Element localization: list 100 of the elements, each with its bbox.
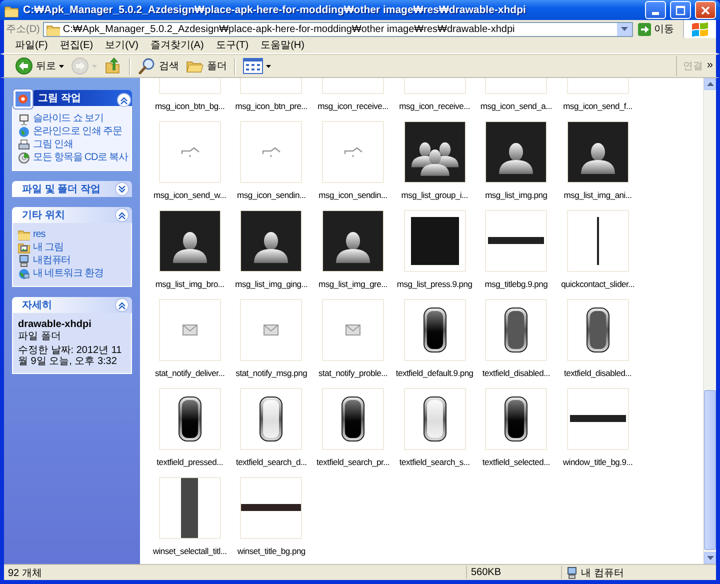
person-silhouette-icon [322,211,383,271]
go-button[interactable]: 이동 [636,22,680,36]
search-button[interactable]: 검색 [135,56,182,76]
file-thumbnail[interactable] [322,388,384,450]
file-thumbnail[interactable] [240,299,302,361]
modified-date: 수정한 날짜: 2012년 11월 9일 오늘, 오후 3:32 [18,345,123,367]
expand-icon[interactable] [115,182,129,196]
file-thumbnail[interactable] [158,299,221,361]
text-field-icon [504,308,528,352]
views-button[interactable] [240,56,274,76]
file-thumbnail[interactable] [566,299,629,361]
file-thumbnail[interactable] [404,210,466,272]
task-link[interactable]: 슬라이드 쇼 보기 [18,113,129,125]
globe-icon [18,126,30,138]
folder-type: 파일 폴더 [18,331,62,342]
arrow-glyph-icon [344,147,363,158]
search-icon [138,57,156,75]
file-name: textfield_pressed... [156,457,223,467]
file-name: msg_list_img_ging... [235,279,308,289]
file-thumbnail[interactable] [566,388,629,450]
vertical-bar-icon [180,478,198,538]
file-thumbnail[interactable] [566,210,629,272]
file-name: msg_icon_btn_bg... [154,101,225,111]
file-thumbnail[interactable] [566,121,629,183]
close-icon [700,4,711,16]
file-thumbnail[interactable] [485,121,548,183]
panel-header[interactable]: 파일 및 폴더 작업 [12,181,132,197]
dropdown-button[interactable] [617,22,632,36]
envelope-icon [264,324,279,336]
task-link[interactable]: 그림 인쇄 [18,139,129,151]
cd-icon [18,152,30,164]
menu-item[interactable]: 도움말(H) [256,39,310,52]
file-thumbnail[interactable] [240,210,302,272]
menu-item[interactable]: 파일(F) [10,39,53,52]
file-thumbnail[interactable] [240,388,302,450]
collapse-icon[interactable] [115,298,129,312]
file-thumbnail[interactable] [158,210,221,272]
file-thumbnail[interactable] [404,121,466,183]
folders-button[interactable]: 폴더 [183,56,230,76]
file-name: textfield_disabled... [564,368,632,378]
menu-item[interactable]: 편집(E) [54,39,98,52]
computer-icon [566,566,578,578]
menu-item[interactable]: 즐겨찾기(A) [145,39,209,52]
views-icon [243,58,263,74]
maximize-icon [675,4,686,16]
task-link[interactable]: 모든 항목을 CD로 복사 [18,152,129,164]
file-name: msg_list_img_bro... [155,279,224,289]
task-link[interactable]: 내 그림 [18,242,129,254]
file-thumbnail[interactable] [240,477,302,539]
close-button[interactable] [695,1,716,19]
network-icon [18,268,30,280]
task-link[interactable]: 내 네트워크 환경 [18,268,129,280]
task-link[interactable]: res [18,229,129,241]
person-silhouette-icon [160,211,220,271]
caret-icon [621,27,628,31]
folder-name: drawable-xhdpi [18,319,92,330]
file-thumbnail[interactable] [322,299,384,361]
back-button[interactable]: 뒤로 [12,56,67,76]
address-field[interactable]: C:₩Apk_Manager_5.0.2_Azdesign₩place-apk-here-for-modding₩other image₩res₩drawable-xhdpi [42,22,633,36]
maximize-button[interactable] [670,1,691,19]
panel-header[interactable]: 자세히 [12,297,132,313]
folder-up-icon [104,57,122,75]
file-thumbnail[interactable] [485,210,548,272]
file-thumbnail[interactable] [485,388,548,450]
zone-label: 내 컴퓨터 [581,566,624,580]
file-name: msg_icon_btn_pre... [235,101,308,111]
file-thumbnail[interactable] [404,299,466,361]
task-link[interactable]: 내컴퓨터 [18,255,129,267]
object-count: 92 개체 [7,566,43,580]
window-title: C:₩Apk_Manager_5.0.2_Azdesign₩place-apk-here-for-modding₩other image₩res₩drawable-xhdpi [23,4,527,16]
menu-item[interactable]: 보기(V) [100,39,144,52]
file-name: msg_icon_receive... [318,101,388,111]
file-thumbnail[interactable] [322,210,384,272]
panel-header[interactable]: 그림 작업 [32,90,132,106]
flag-icon [691,21,709,37]
file-name: msg_icon_send_w... [154,190,226,200]
file-name: stat_notify_deliver... [154,368,225,378]
arrow-icon [638,22,651,36]
file-name: winset_selectall_titl... [152,546,227,556]
task-link[interactable]: 온라인으로 인쇄 주문 [18,126,129,138]
file-thumbnail[interactable] [158,121,221,183]
person-silhouette-icon [241,211,302,271]
file-thumbnail[interactable] [322,121,384,183]
printer-icon [18,139,30,151]
file-name: msg_list_img.png [485,190,548,200]
file-name: textfield_selected... [482,457,550,467]
panel-header[interactable]: 기타 위치 [12,207,132,223]
menu-item[interactable]: 도구(T) [210,39,254,52]
file-thumbnail[interactable] [485,299,548,361]
file-thumbnail[interactable] [404,388,466,450]
file-name: textfield_search_pr... [316,457,390,467]
file-thumbnail[interactable] [240,121,302,183]
collapse-icon[interactable] [115,208,129,222]
scrollbar[interactable] [703,78,716,564]
overflow-button[interactable]: » [704,55,716,75]
collapse-icon[interactable] [117,93,131,107]
text-field-icon [260,396,283,442]
file-thumbnail[interactable] [158,388,221,450]
file-thumbnail[interactable] [158,477,221,539]
minimize-button[interactable] [645,1,666,19]
